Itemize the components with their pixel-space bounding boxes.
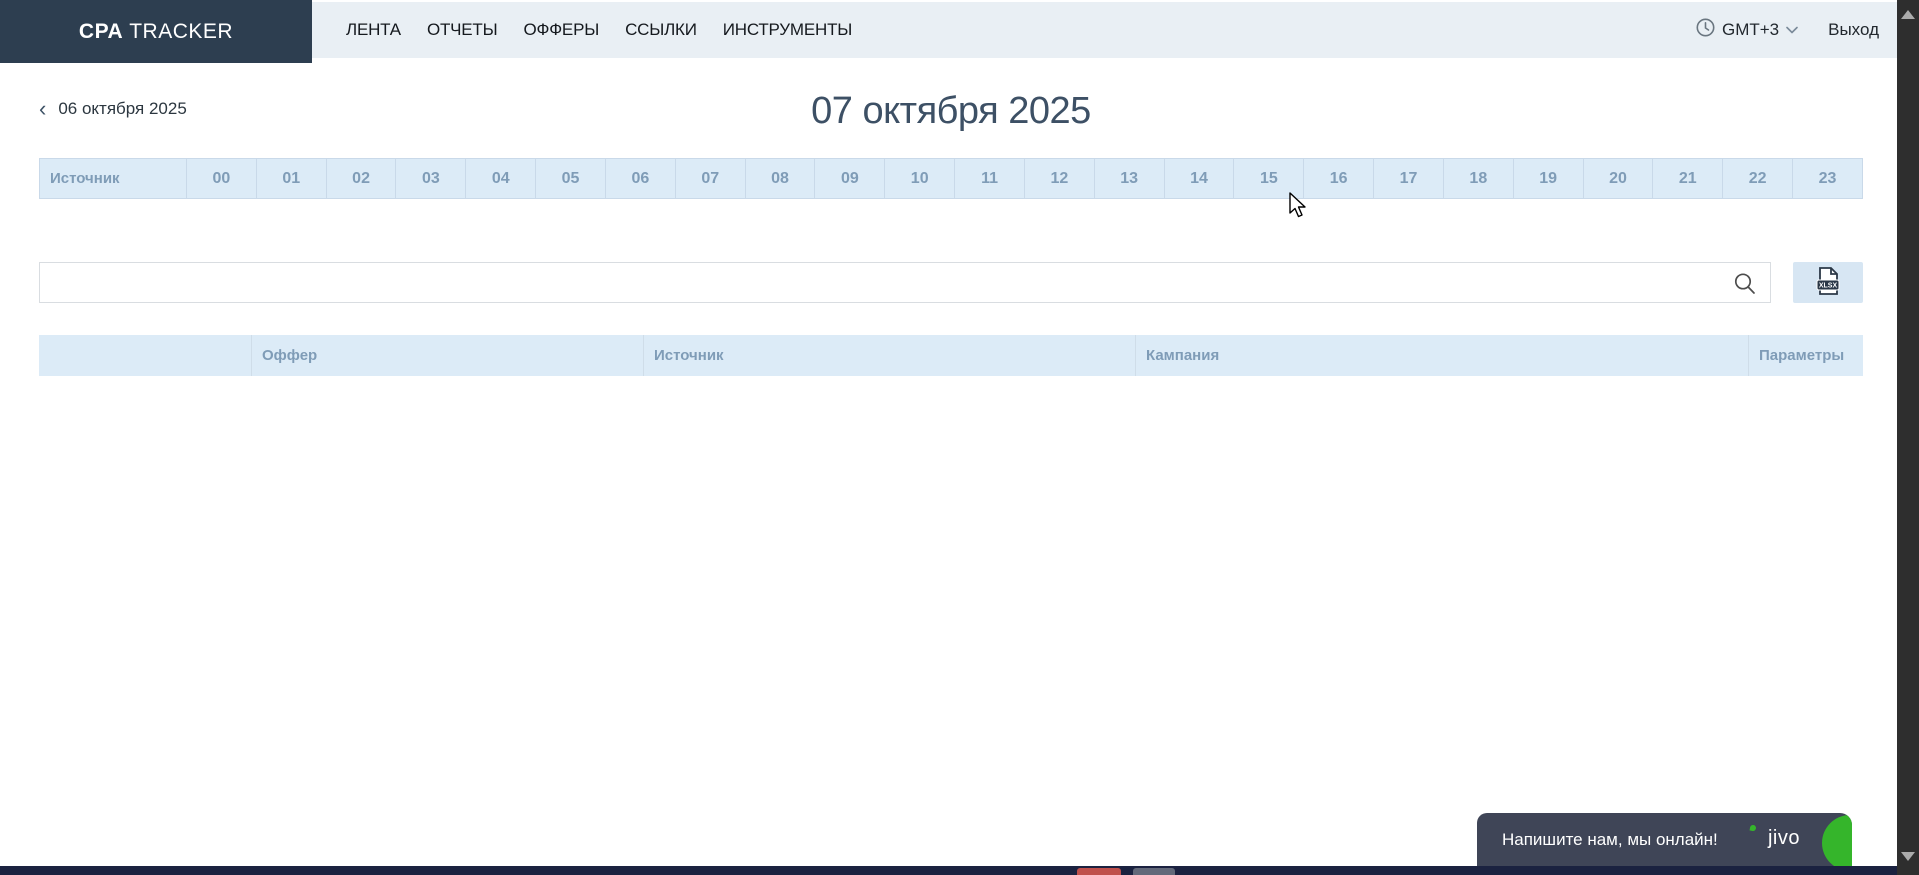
- hour-column-header[interactable]: 19: [1513, 159, 1583, 198]
- hour-column-header[interactable]: 11: [954, 159, 1024, 198]
- hour-column-header[interactable]: 05: [535, 159, 605, 198]
- main-menu: ЛЕНТА ОТЧЕТЫ ОФФЕРЫ ССЫЛКИ ИНСТРУМЕНТЫ: [346, 2, 852, 58]
- hour-column-header[interactable]: 03: [395, 159, 465, 198]
- page-title-current-date: 07 октября 2025: [39, 90, 1863, 132]
- hour-column-header[interactable]: 08: [745, 159, 815, 198]
- hour-column-header[interactable]: 22: [1722, 159, 1792, 198]
- hour-column-header[interactable]: 02: [326, 159, 396, 198]
- hour-column-header[interactable]: 06: [605, 159, 675, 198]
- nav-menu-item[interactable]: ССЫЛКИ: [625, 20, 697, 40]
- results-table-header: Оффер Источник Кампания Параметры: [39, 335, 1863, 376]
- chat-widget[interactable]: Напишите нам, мы онлайн! jivo: [1477, 813, 1852, 866]
- timezone-selector[interactable]: GMT+3: [1696, 18, 1798, 42]
- app-logo-rest: TRACKER: [129, 20, 233, 44]
- chat-message: Напишите нам, мы онлайн!: [1477, 830, 1718, 850]
- scrollbar-down-arrow-icon[interactable]: [1901, 852, 1915, 861]
- nav-menu-item[interactable]: ОФФЕРЫ: [523, 20, 599, 40]
- hour-column-header[interactable]: 13: [1094, 159, 1164, 198]
- bottom-red-element: [1077, 868, 1121, 875]
- chevron-down-icon: [1786, 21, 1798, 39]
- nav-menu-item[interactable]: ИНСТРУМЕНТЫ: [723, 20, 852, 40]
- hour-column-header[interactable]: 16: [1303, 159, 1373, 198]
- hour-column-header[interactable]: 17: [1373, 159, 1443, 198]
- xlsx-file-icon: XLSX: [1815, 266, 1841, 299]
- chevron-left-icon: ‹: [39, 101, 46, 117]
- nav-right-group: GMT+3 Выход: [1696, 2, 1879, 58]
- hour-column-header[interactable]: 14: [1164, 159, 1234, 198]
- search-box: [39, 262, 1771, 303]
- column-header-source[interactable]: Источник: [643, 335, 1135, 376]
- hour-column-header[interactable]: 04: [465, 159, 535, 198]
- hour-column-header[interactable]: 10: [884, 159, 954, 198]
- app-logo[interactable]: CPA TRACKER: [0, 0, 312, 63]
- chat-green-circle-icon: [1822, 815, 1852, 866]
- hour-column-header[interactable]: 15: [1233, 159, 1303, 198]
- hour-column-header[interactable]: 23: [1792, 159, 1862, 198]
- bottom-gray-element: [1133, 868, 1175, 875]
- nav-menu-item[interactable]: ЛЕНТА: [346, 20, 401, 40]
- column-header-params[interactable]: Параметры: [1748, 335, 1863, 376]
- timezone-label: GMT+3: [1722, 20, 1779, 40]
- hour-column-header[interactable]: 12: [1024, 159, 1094, 198]
- bottom-edge-strip: [0, 866, 1897, 875]
- column-header-campaign[interactable]: Кампания: [1135, 335, 1748, 376]
- hour-column-header[interactable]: 07: [675, 159, 745, 198]
- previous-day-label: 06 октября 2025: [58, 99, 186, 119]
- logout-link[interactable]: Выход: [1828, 20, 1879, 40]
- hour-column-header[interactable]: 00: [186, 159, 256, 198]
- hour-column-header[interactable]: 21: [1652, 159, 1722, 198]
- jivo-logo: jivo: [1768, 827, 1800, 850]
- hour-column-header[interactable]: 18: [1443, 159, 1513, 198]
- export-xlsx-button[interactable]: XLSX: [1793, 262, 1863, 303]
- hour-columns: 0001020304050607080910111213141516171819…: [186, 159, 1862, 198]
- app-logo-bold: CPA: [79, 20, 123, 44]
- jivo-leaf-icon: [1750, 825, 1757, 832]
- source-column-header: Источник: [40, 159, 186, 198]
- search-input[interactable]: [40, 263, 1770, 302]
- scrollbar-up-arrow-icon[interactable]: [1901, 10, 1915, 19]
- column-header-offer[interactable]: Оффер: [251, 335, 643, 376]
- vertical-scrollbar[interactable]: [1897, 0, 1919, 875]
- clock-icon: [1696, 18, 1715, 42]
- hourly-stats-header: Источник 0001020304050607080910111213141…: [39, 158, 1863, 199]
- hour-column-header[interactable]: 01: [256, 159, 326, 198]
- date-navigation: ‹ 06 октября 2025 07 октября 2025: [39, 90, 1863, 132]
- search-icon[interactable]: [1732, 271, 1758, 302]
- hour-column-header[interactable]: 20: [1583, 159, 1653, 198]
- hour-column-header[interactable]: 09: [814, 159, 884, 198]
- column-header-empty: [39, 335, 251, 376]
- xlsx-icon-label: XLSX: [1819, 283, 1838, 290]
- previous-day-link[interactable]: ‹ 06 октября 2025: [39, 99, 187, 119]
- nav-menu-item[interactable]: ОТЧЕТЫ: [427, 20, 498, 40]
